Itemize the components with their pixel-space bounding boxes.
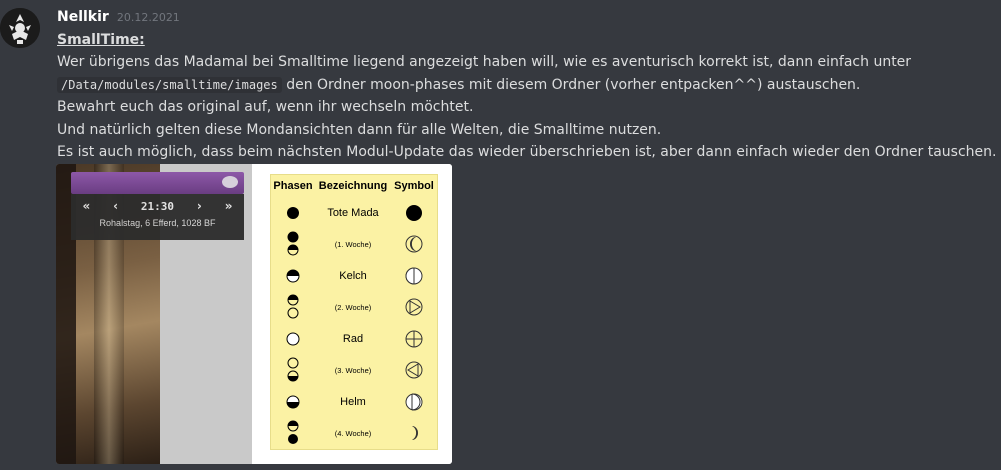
waxing-crescent-icon xyxy=(391,235,437,253)
fast-back-icon: « xyxy=(82,199,91,213)
message-line-4: Und natürlich gelten diese Mondansichten… xyxy=(57,121,662,138)
moon-icon xyxy=(222,176,238,188)
table-header: Phasen Bezeichnung Symbol xyxy=(271,175,437,197)
table-row: (2. Woche) xyxy=(271,292,437,324)
phase-half-icon xyxy=(271,269,315,283)
forward-icon: › xyxy=(196,199,202,213)
back-icon: ‹ xyxy=(113,199,119,213)
message-line-2-text: den Ordner moon-phases mit diesem Ordner… xyxy=(281,76,861,93)
path-code: /Data/modules/smalltime/images xyxy=(57,76,282,93)
table-row: Tote Mada xyxy=(271,197,437,229)
table-row: (4. Woche) xyxy=(271,418,437,450)
phase-name: (3. Woche) xyxy=(334,365,372,375)
message-line-5: Es ist auch möglich, dass beim nächsten … xyxy=(57,144,997,161)
heading-text: SmallTime: xyxy=(57,32,145,48)
smalltime-panel: « ‹ 21:30 › » Rohalstag, 6 Efferd, 1028 … xyxy=(71,194,244,240)
header-symbol: Symbol xyxy=(394,180,434,192)
phase-dots-icon xyxy=(271,357,315,383)
phase-name: Rad xyxy=(342,332,364,345)
header-bezeichnung: Bezeichnung xyxy=(318,180,388,192)
smalltime-date: Rohalstag, 6 Efferd, 1028 BF xyxy=(99,218,216,228)
table-row: (3. Woche) xyxy=(271,355,437,387)
helm-moon-icon xyxy=(391,393,437,411)
table-row: Helm xyxy=(271,386,437,418)
left-triangle-moon-icon xyxy=(391,361,437,379)
message-header: Nellkir 20.12.2021 xyxy=(57,9,997,29)
wheel-moon-icon xyxy=(391,330,437,348)
table-row: Rad xyxy=(271,323,437,355)
phase-name: Kelch xyxy=(339,269,367,282)
table-row: Kelch xyxy=(271,260,437,292)
message-line-2: /Data/modules/smalltime/images den Ordne… xyxy=(57,74,997,96)
phase-name: Tote Mada xyxy=(327,206,379,219)
phase-name: (4. Woche) xyxy=(334,428,372,438)
phase-dots-icon xyxy=(271,420,315,446)
half-moon-icon xyxy=(391,267,437,285)
message-line-3: Bewahrt euch das original auf, wenn ihr … xyxy=(57,99,474,116)
smalltime-titlebar xyxy=(71,172,244,194)
phase-empty-icon xyxy=(271,332,315,346)
username[interactable]: Nellkir xyxy=(57,9,109,25)
image-attachment[interactable]: « ‹ 21:30 › » Rohalstag, 6 Efferd, 1028 … xyxy=(56,164,452,464)
full-black-moon-icon xyxy=(391,204,437,222)
header-phasen: Phasen xyxy=(273,180,313,192)
message-heading: SmallTime: xyxy=(57,29,997,51)
smalltime-controls: « ‹ 21:30 › » xyxy=(71,197,244,215)
table-row: (1. Woche) xyxy=(271,229,437,261)
message-line-1: Wer übrigens das Madamal bei Smalltime l… xyxy=(57,54,912,71)
triangle-moon-icon xyxy=(391,298,437,316)
phase-dot-icon xyxy=(271,206,315,220)
chat-message: Nellkir 20.12.2021 SmallTime: Wer übrige… xyxy=(57,9,997,163)
fast-forward-icon: » xyxy=(224,199,233,213)
user-avatar[interactable] xyxy=(0,8,40,48)
moon-phase-table: Phasen Bezeichnung Symbol Tote Mada (1. … xyxy=(270,174,438,450)
phase-name: Helm xyxy=(340,395,366,408)
phase-dots-icon xyxy=(271,231,315,257)
smalltime-time: 21:30 xyxy=(140,199,175,213)
timestamp: 20.12.2021 xyxy=(116,11,180,24)
phase-name: (2. Woche) xyxy=(334,302,372,312)
phase-half-icon xyxy=(271,395,315,409)
phase-name: (1. Woche) xyxy=(334,239,372,249)
table-background: Phasen Bezeichnung Symbol Tote Mada (1. … xyxy=(252,164,452,464)
phase-dots-icon xyxy=(271,294,315,320)
waning-crescent-icon xyxy=(391,424,437,442)
